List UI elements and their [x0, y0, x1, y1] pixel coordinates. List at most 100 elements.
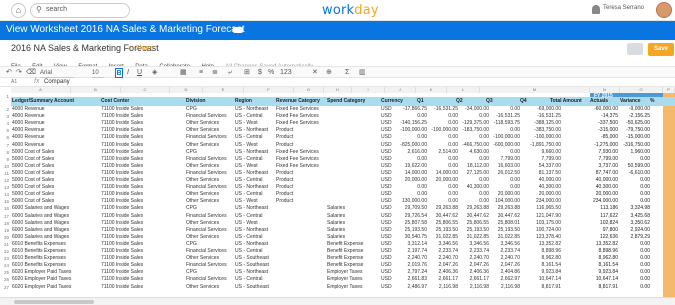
table-cell[interactable]	[327, 113, 380, 120]
table-cell[interactable]: Financial Services	[186, 184, 234, 191]
table-cell[interactable]: 20,000.00	[521, 191, 561, 198]
table-cell[interactable]: 130,000.00	[395, 198, 427, 205]
table-cell[interactable]: 2,514.00	[428, 149, 458, 156]
table-cell[interactable]: 0.00	[395, 156, 427, 163]
table-cell[interactable]: USD	[381, 134, 395, 141]
table-cell[interactable]: 100,724.00	[521, 227, 561, 234]
row-number[interactable]: 16	[0, 205, 10, 212]
table-cell[interactable]: -2,156.25	[620, 113, 650, 120]
table-cell[interactable]: 8,898.96	[590, 248, 618, 255]
table-cell[interactable]: USD	[381, 113, 395, 120]
table-cell[interactable]: -16,531.25	[490, 113, 520, 120]
table-cell[interactable]: 5000 Cost of Sales	[12, 156, 100, 163]
table-cell[interactable]: 27,125.00	[459, 170, 489, 177]
table-cell[interactable]	[650, 184, 662, 191]
table-cell[interactable]: 0.00	[459, 156, 489, 163]
row-number[interactable]: 10	[0, 163, 10, 170]
row-number[interactable]: 27	[0, 284, 10, 291]
table-cell[interactable]: 2,197.74	[395, 248, 427, 255]
table-cell[interactable]: 31,022.85	[490, 234, 520, 241]
table-cell[interactable]: -6,610.00	[620, 170, 650, 177]
row-number[interactable]: 19	[0, 227, 10, 234]
table-cell[interactable]: US - Central	[235, 234, 275, 241]
table-cell[interactable]: 2,116.98	[428, 284, 458, 291]
table-cell[interactable]: -129,375.00	[459, 120, 489, 127]
table-cell[interactable]: -100,000.00	[395, 127, 427, 134]
table-cell[interactable]: Salaries	[327, 205, 380, 212]
table-cell[interactable]: -15,000.00	[620, 134, 650, 141]
table-cell[interactable]: USD	[381, 198, 395, 205]
column-header[interactable]: F	[244, 87, 294, 93]
table-cell[interactable]: 20,000.00	[490, 191, 520, 198]
share-link[interactable]: ☆ Share	[127, 44, 154, 52]
table-cell[interactable]	[650, 156, 662, 163]
table-cell[interactable]	[327, 120, 380, 127]
borders-icon[interactable]: ▦	[180, 68, 187, 78]
user-name[interactable]: Teresa Serrano	[603, 5, 644, 11]
table-cell[interactable]: -9,000.00	[620, 106, 650, 113]
table-cell[interactable]	[327, 163, 380, 170]
delete-icon[interactable]: ✕	[312, 68, 318, 78]
table-cell[interactable]	[276, 205, 326, 212]
table-cell[interactable]: 3,324.98	[620, 205, 650, 212]
column-header[interactable]: G	[294, 87, 324, 93]
table-cell[interactable]: 71100 Inside Sales	[101, 134, 185, 141]
column-header[interactable]: B	[71, 87, 121, 93]
table-cell[interactable]: Financial Services	[186, 213, 234, 220]
wrap-icon[interactable]: ⤶	[228, 68, 232, 78]
row-number[interactable]: 11	[0, 170, 10, 177]
table-cell[interactable]: 2,661.17	[428, 276, 458, 283]
table-cell[interactable]: 25,807.58	[395, 220, 427, 227]
table-cell[interactable]: 71100 Inside Sales	[101, 276, 185, 283]
comments-button[interactable]	[627, 43, 643, 55]
table-cell[interactable]: 3,350.62	[620, 220, 650, 227]
table-cell[interactable]: US - Central	[235, 134, 275, 141]
row-number[interactable]: 9	[0, 156, 10, 163]
table-cell[interactable]: 6000 Salaries and Wages	[12, 220, 100, 227]
table-cell[interactable]: 9,923.84	[590, 269, 618, 276]
table-cell[interactable]: Other Services	[186, 220, 234, 227]
table-cell[interactable]: 2,047.26	[490, 262, 520, 269]
table-cell[interactable]: US - West	[235, 220, 275, 227]
table-cell[interactable]: 3,425.68	[620, 213, 650, 220]
undo-icon[interactable]: ↶	[6, 68, 12, 78]
table-cell[interactable]: 2,661.83	[395, 276, 427, 283]
sum-icon[interactable]: Σ	[345, 68, 349, 78]
table-cell[interactable]: Employer Taxes	[327, 269, 380, 276]
table-cell[interactable]: 0.00	[620, 269, 650, 276]
table-cell[interactable]: -315,000	[590, 127, 618, 134]
table-cell[interactable]	[327, 142, 380, 149]
table-cell[interactable]: -337,500	[590, 120, 618, 127]
font-select[interactable]: Arial	[40, 68, 74, 78]
table-cell[interactable]: Fixed Fee Services	[276, 113, 326, 120]
table-cell[interactable]: Financial Services	[186, 227, 234, 234]
table-cell[interactable]: USD	[381, 106, 395, 113]
table-cell[interactable]: 29,263.88	[459, 205, 489, 212]
table-cell[interactable]: 1,960.00	[620, 149, 650, 156]
table-cell[interactable]	[327, 170, 380, 177]
table-cell[interactable]: USD	[381, 276, 395, 283]
table-cell[interactable]: 71100 Inside Sales	[101, 106, 185, 113]
table-cell[interactable]: Financial Services	[186, 134, 234, 141]
underline-button[interactable]: U	[137, 68, 142, 78]
table-cell[interactable]	[650, 220, 662, 227]
table-cell[interactable]	[276, 234, 326, 241]
table-cell[interactable]: Financial Services	[186, 156, 234, 163]
table-cell[interactable]: 3,346.56	[459, 241, 489, 248]
column-header[interactable]: M	[480, 87, 590, 93]
home-icon[interactable]: ⌂	[11, 3, 26, 18]
table-cell[interactable]: 0.00	[428, 113, 458, 120]
table-cell[interactable]: 0.00	[459, 134, 489, 141]
table-cell[interactable]: USD	[381, 269, 395, 276]
table-cell[interactable]: 8,161.54	[590, 262, 618, 269]
table-cell[interactable]: Other Services	[186, 255, 234, 262]
table-cell[interactable]: Employer Taxes	[327, 276, 380, 283]
table-cell[interactable]: 30,447.62	[490, 213, 520, 220]
table-cell[interactable]: 71100 Inside Sales	[101, 262, 185, 269]
table-cell[interactable]: 0.00	[490, 184, 520, 191]
table-cell[interactable]: 0.00	[620, 255, 650, 262]
table-cell[interactable]: 2,924.00	[620, 227, 650, 234]
table-cell[interactable]: 40,300.00	[459, 184, 489, 191]
table-cell[interactable]: USD	[381, 227, 395, 234]
table-cell[interactable]: 0.00	[395, 113, 427, 120]
